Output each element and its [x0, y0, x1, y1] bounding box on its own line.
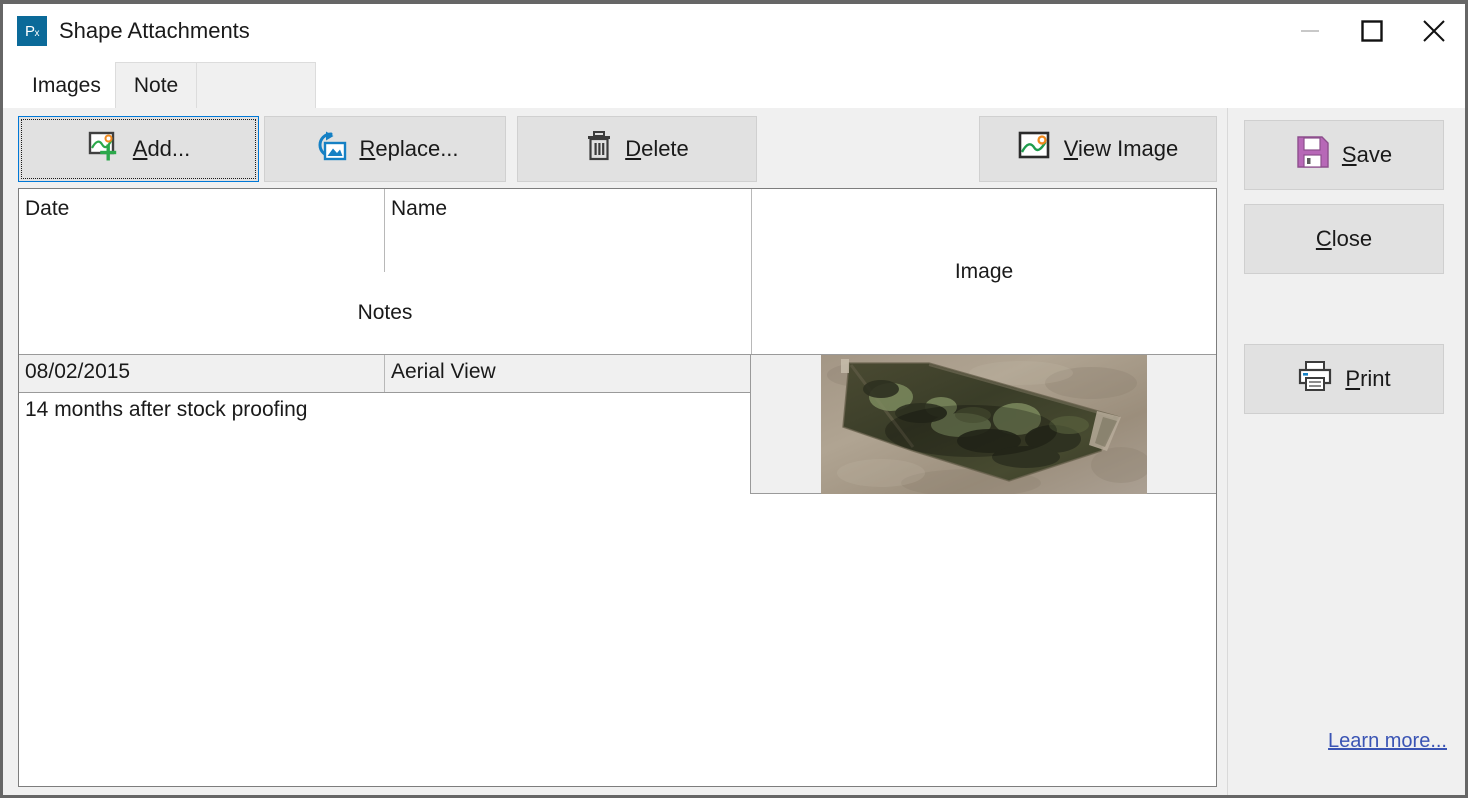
tab-note-label: Note	[133, 73, 179, 97]
column-header-image[interactable]: Image	[751, 189, 1216, 354]
print-button-label: Print	[1345, 366, 1391, 391]
save-button[interactable]: Save	[1244, 120, 1444, 190]
maximize-icon[interactable]	[1341, 4, 1403, 58]
window-controls	[1279, 4, 1465, 58]
attachments-grid[interactable]: Date Name Notes Image 08/02/2015 Aerial …	[18, 188, 1217, 787]
cell-notes[interactable]: 14 months after stock proofing	[19, 393, 750, 493]
save-button-label: Save	[1341, 142, 1393, 167]
replace-image-icon	[311, 130, 347, 168]
add-button[interactable]: Add...	[18, 116, 259, 182]
tab-strip: Images Note	[3, 58, 1465, 108]
action-sidebar: Save Close Print Learn more...	[1227, 108, 1465, 795]
grid-header-left: Date Name Notes	[19, 189, 751, 354]
close-button[interactable]: Close	[1244, 204, 1444, 274]
tab-note[interactable]: Note	[114, 62, 198, 108]
column-header-date[interactable]: Date	[19, 189, 385, 272]
add-button-label: Add...	[132, 136, 191, 161]
cell-date[interactable]: 08/02/2015	[19, 355, 385, 392]
column-header-notes[interactable]: Notes	[19, 272, 751, 355]
aerial-photograph-thumbnail	[820, 354, 1147, 494]
close-icon[interactable]	[1403, 4, 1465, 58]
cell-image[interactable]	[751, 354, 1216, 494]
tab-images[interactable]: Images	[17, 62, 116, 108]
grid-header-top-row: Date Name	[19, 189, 751, 272]
grid-header: Date Name Notes Image	[19, 189, 1216, 355]
px-logo-icon: Px	[17, 16, 47, 46]
picture-icon	[1018, 131, 1052, 167]
printer-icon	[1297, 360, 1333, 398]
cell-name[interactable]: Aerial View	[385, 355, 750, 392]
delete-button-label: Delete	[625, 136, 689, 161]
replace-button[interactable]: Replace...	[264, 116, 506, 182]
add-image-icon	[87, 130, 121, 168]
learn-more-link[interactable]: Learn more...	[1244, 730, 1449, 753]
trash-icon	[585, 130, 613, 168]
window-body: Add... Replace... Delete View Image Date…	[3, 108, 1465, 795]
view-image-button-label: View Image	[1063, 136, 1179, 161]
table-row-top-line: 08/02/2015 Aerial View	[19, 355, 750, 393]
grid-empty-area[interactable]	[19, 494, 1216, 786]
replace-button-label: Replace...	[359, 136, 459, 161]
attachment-toolbar: Add... Replace... Delete View Image	[18, 116, 1217, 182]
floppy-disk-icon	[1296, 135, 1330, 175]
close-button-label: Close	[1315, 226, 1373, 251]
column-header-name[interactable]: Name	[385, 189, 751, 272]
tab-strip-filler	[196, 62, 317, 108]
minimize-icon[interactable]	[1279, 4, 1341, 58]
window-title: Shape Attachments	[59, 18, 250, 43]
table-row[interactable]: 08/02/2015 Aerial View 14 months after s…	[19, 354, 1216, 494]
delete-button[interactable]: Delete	[517, 116, 757, 182]
main-content: Add... Replace... Delete View Image Date…	[3, 108, 1227, 795]
toolbar-gap-2	[506, 116, 517, 182]
tab-images-label: Images	[32, 73, 101, 97]
table-row-text-cells: 08/02/2015 Aerial View 14 months after s…	[19, 355, 751, 494]
print-button[interactable]: Print	[1244, 344, 1444, 414]
title-bar: Px Shape Attachments	[3, 4, 1465, 58]
view-image-button[interactable]: View Image	[979, 116, 1217, 182]
shape-attachments-window: Px Shape Attachments Images Note Add... …	[0, 0, 1468, 798]
